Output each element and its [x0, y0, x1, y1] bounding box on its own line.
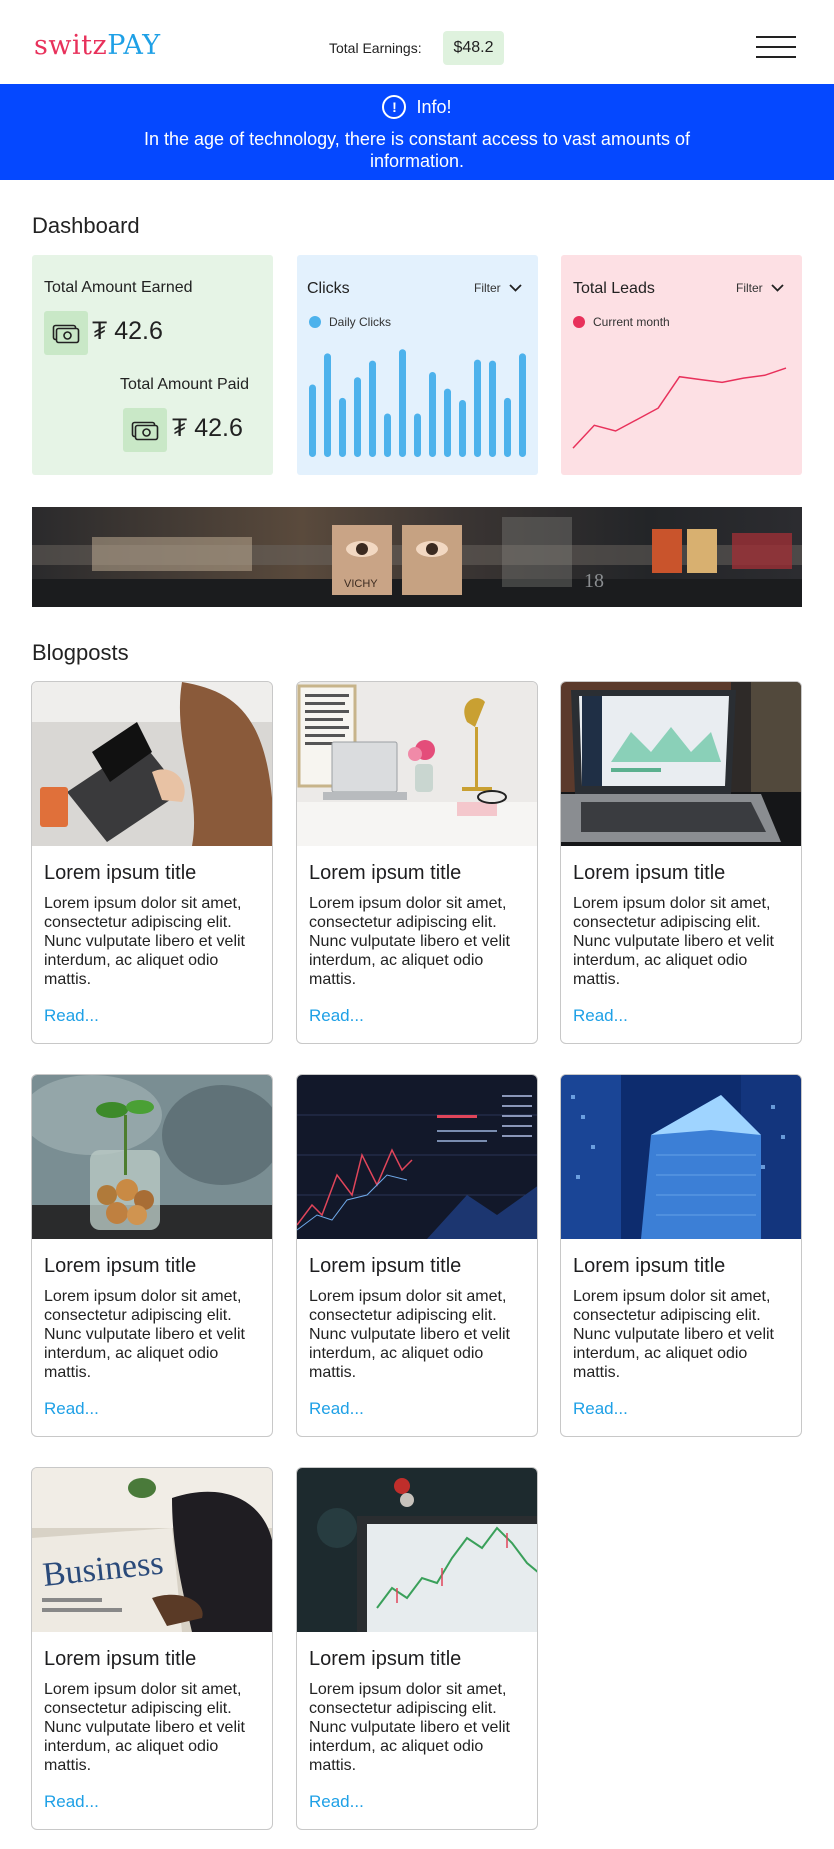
- clicks-card: Clicks Filter Daily Clicks: [297, 255, 538, 475]
- legend-label: Current month: [593, 315, 670, 329]
- total-earnings-badge: $48.2: [443, 31, 504, 65]
- clicks-bar: [429, 372, 436, 457]
- blog-card: Lorem ipsum title Lorem ipsum dolor sit …: [31, 681, 273, 1044]
- clicks-filter-dropdown[interactable]: Filter: [474, 281, 522, 295]
- blog-card-title: Lorem ipsum title: [309, 1648, 462, 1670]
- blog-card-body: Lorem ipsum dolor sit amet, consectetur …: [44, 1681, 245, 1774]
- clicks-title: Clicks: [307, 280, 350, 297]
- blog-card-title: Lorem ipsum title: [573, 862, 726, 884]
- clicks-bar: [489, 360, 496, 457]
- read-more-link[interactable]: Read...: [44, 1399, 99, 1419]
- clicks-bar: [459, 400, 466, 457]
- blog-card-title: Lorem ipsum title: [309, 862, 462, 884]
- clicks-bar: [399, 349, 406, 457]
- blog-card-title: Lorem ipsum title: [44, 1255, 197, 1277]
- total-earnings-label: Total Earnings:: [329, 40, 422, 56]
- read-more-link[interactable]: Read...: [309, 1006, 364, 1026]
- blog-thumbnail-image: Business: [32, 1468, 272, 1632]
- legend-dot: [309, 316, 321, 328]
- blog-card-body: Lorem ipsum dolor sit amet, consectetur …: [309, 1681, 510, 1774]
- read-more-link[interactable]: Read...: [309, 1399, 364, 1419]
- clicks-bar: [474, 359, 481, 457]
- blog-card-body: Lorem ipsum dolor sit amet, consectetur …: [44, 1288, 245, 1381]
- info-banner: ! Info! In the age of technology, there …: [0, 84, 834, 180]
- clicks-bar: [444, 388, 451, 457]
- blog-card-body: Lorem ipsum dolor sit amet, consectetur …: [573, 1288, 774, 1381]
- leads-legend: Current month: [573, 315, 670, 329]
- blog-card-body: Lorem ipsum dolor sit amet, consectetur …: [309, 1288, 510, 1381]
- read-more-link[interactable]: Read...: [44, 1006, 99, 1026]
- clicks-bar: [354, 377, 361, 457]
- blog-thumbnail-image: [32, 1075, 272, 1239]
- paid-label: Total Amount Paid: [120, 376, 249, 393]
- money-icon: [123, 408, 167, 452]
- leads-line-chart: [572, 367, 787, 449]
- blog-card-title: Lorem ipsum title: [44, 862, 197, 884]
- blog-thumbnail-image: [297, 1075, 537, 1239]
- earned-value: ₮ 42.6: [92, 317, 163, 345]
- blog-card: Lorem ipsum title Lorem ipsum dolor sit …: [296, 1467, 538, 1830]
- blog-thumbnail-image: [297, 1468, 537, 1632]
- blog-card: Lorem ipsum title Lorem ipsum dolor sit …: [560, 1074, 802, 1437]
- blog-card-title: Lorem ipsum title: [44, 1648, 197, 1670]
- read-more-link[interactable]: Read...: [573, 1399, 628, 1419]
- hero-text: VICHY: [344, 578, 378, 590]
- blog-card-body: Lorem ipsum dolor sit amet, consectetur …: [44, 895, 245, 988]
- earned-label: Total Amount Earned: [44, 279, 193, 296]
- logo-text-switz: switz: [34, 30, 108, 61]
- info-icon: !: [382, 95, 407, 119]
- blog-card: Lorem ipsum title Lorem ipsum dolor sit …: [296, 681, 538, 1044]
- top-header: switzPAY Total Earnings: $48.2: [0, 0, 834, 84]
- clicks-bar: [339, 397, 346, 457]
- blog-card-title: Lorem ipsum title: [309, 1255, 462, 1277]
- clicks-bar: [519, 353, 526, 457]
- logo-text-pay: PAY: [107, 30, 161, 61]
- chevron-down-icon: [771, 284, 784, 292]
- leads-title: Total Leads: [573, 280, 655, 297]
- blog-card-body: Lorem ipsum dolor sit amet, consectetur …: [309, 895, 510, 988]
- clicks-bar-chart: [309, 349, 526, 457]
- blog-card: Lorem ipsum title Lorem ipsum dolor sit …: [296, 1074, 538, 1437]
- leads-card: Total Leads Filter Current month: [561, 255, 802, 475]
- paid-value: ₮ 42.6: [172, 414, 243, 442]
- hero-banner-image: VICHY 18: [32, 507, 802, 607]
- clicks-bar: [324, 353, 331, 457]
- blog-card: Lorem ipsum title Lorem ipsum dolor sit …: [31, 1074, 273, 1437]
- chevron-down-icon: [509, 284, 522, 292]
- hero-text: 18: [584, 570, 604, 592]
- clicks-bar: [504, 397, 511, 457]
- clicks-bar: [369, 360, 376, 457]
- switzpay-logo[interactable]: switzPAY: [34, 30, 161, 61]
- info-message: In the age of technology, there is const…: [144, 129, 690, 171]
- leads-series-line: [572, 367, 787, 449]
- money-icon: [44, 311, 88, 355]
- blog-card-title: Lorem ipsum title: [573, 1255, 726, 1277]
- legend-dot: [573, 316, 585, 328]
- blog-thumbnail-image: [297, 682, 537, 846]
- amount-card: Total Amount Earned ₮ 42.6 Total Amount …: [32, 255, 273, 475]
- blogposts-title: Blogposts: [32, 640, 129, 665]
- dashboard-title: Dashboard: [32, 213, 140, 238]
- clicks-bar: [384, 413, 391, 457]
- info-title: Info!: [416, 96, 452, 117]
- blog-thumbnail-image: [561, 1075, 801, 1239]
- clicks-legend: Daily Clicks: [309, 315, 391, 329]
- blog-card-body: Lorem ipsum dolor sit amet, consectetur …: [573, 895, 774, 988]
- hamburger-menu-icon[interactable]: [756, 34, 798, 60]
- filter-label: Filter: [736, 281, 763, 295]
- clicks-bar: [414, 413, 421, 457]
- filter-label: Filter: [474, 281, 501, 295]
- read-more-link[interactable]: Read...: [309, 1792, 364, 1812]
- read-more-link[interactable]: Read...: [573, 1006, 628, 1026]
- blog-thumbnail-image: [32, 682, 272, 846]
- clicks-bar: [309, 384, 316, 457]
- leads-filter-dropdown[interactable]: Filter: [736, 281, 784, 295]
- blog-thumbnail-image: [561, 682, 801, 846]
- blog-card: Business Lorem ipsum title Lorem ipsum d…: [31, 1467, 273, 1830]
- blog-card: Lorem ipsum title Lorem ipsum dolor sit …: [560, 681, 802, 1044]
- legend-label: Daily Clicks: [329, 315, 392, 329]
- read-more-link[interactable]: Read...: [44, 1792, 99, 1812]
